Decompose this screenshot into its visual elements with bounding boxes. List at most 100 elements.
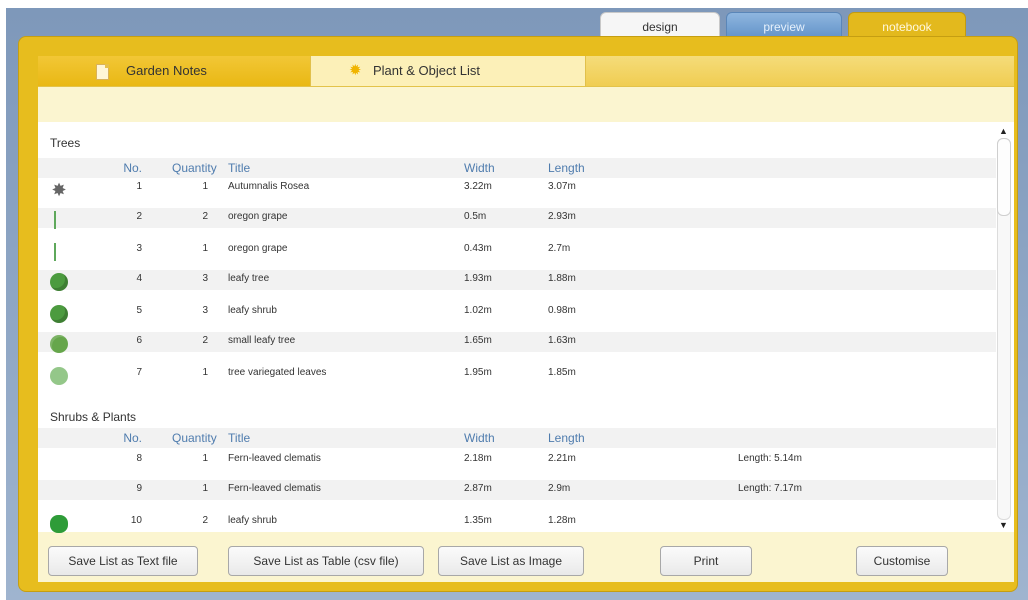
row-title: leafy shrub [228, 305, 277, 316]
row-width: 2.87m [464, 483, 492, 494]
row-width: 0.5m [464, 211, 487, 222]
row-length: 0.98m [548, 305, 576, 316]
row-width: 1.02m [464, 305, 492, 316]
variegated-tree-icon [50, 367, 68, 385]
row-title: Fern-leaved clematis [228, 483, 321, 494]
row-title: Fern-leaved clematis [228, 453, 321, 464]
row-width: 2.18m [464, 453, 492, 464]
row-width: 1.65m [464, 335, 492, 346]
row-no: 5 [136, 305, 142, 316]
row-length: 2.9m [548, 483, 571, 494]
row-note: Length: 5.14m [738, 453, 802, 464]
row-length: 2.7m [548, 243, 571, 254]
row-no: 1 [136, 181, 142, 192]
table-header-trees: No. Quantity Title Width Length [38, 158, 996, 178]
row-title: leafy shrub [228, 515, 277, 526]
row-title: oregon grape [228, 211, 288, 222]
table-row: 5 3 leafy shrub 1.02m 0.98m [38, 302, 996, 323]
row-quantity: 1 [202, 243, 208, 254]
row-no: 6 [136, 335, 142, 346]
row-width: 1.95m [464, 367, 492, 378]
row-no: 10 [130, 515, 142, 526]
scroll-down-icon[interactable]: ▼ [999, 520, 1008, 530]
row-length: 3.07m [548, 181, 576, 192]
vertical-scrollbar[interactable]: ▲ ▼ [996, 126, 1012, 530]
stem-icon [54, 211, 56, 229]
row-length: 2.93m [548, 211, 576, 222]
subtab-plant-object-list[interactable]: ✹ Plant & Object List [310, 56, 586, 86]
row-width: 3.22m [464, 181, 492, 192]
row-quantity: 1 [202, 181, 208, 192]
table-row: ✸ 1 1 Autumnalis Rosea 3.22m 3.07m [38, 178, 996, 200]
table-row: 7 1 tree variegated leaves 1.95m 1.85m [38, 364, 996, 385]
row-quantity: 2 [202, 211, 208, 222]
save-list-as-text-button[interactable]: Save List as Text file [48, 546, 198, 576]
rose-icon: ✸ [51, 180, 67, 200]
row-quantity: 1 [202, 367, 208, 378]
row-title: oregon grape [228, 243, 288, 254]
table-row: 6 2 small leafy tree 1.65m 1.63m [38, 332, 996, 353]
stem-icon [54, 243, 56, 261]
table-row: 9 1 Fern-leaved clematis 2.87m 2.9m Leng… [38, 480, 996, 500]
row-no: 4 [136, 273, 142, 284]
row-quantity: 3 [202, 305, 208, 316]
row-no: 9 [136, 483, 142, 494]
row-no: 7 [136, 367, 142, 378]
row-quantity: 1 [202, 483, 208, 494]
section-title-trees: Trees [50, 136, 81, 150]
header-no: No. [123, 431, 142, 445]
row-title: leafy tree [228, 273, 270, 284]
row-quantity: 2 [202, 515, 208, 526]
header-title: Title [228, 431, 251, 445]
row-quantity: 1 [202, 453, 208, 464]
row-length: 2.21m [548, 453, 576, 464]
header-quantity: Quantity [172, 161, 217, 175]
row-quantity: 2 [202, 335, 208, 346]
row-title: tree variegated leaves [228, 367, 327, 378]
table-row: 3 1 oregon grape 0.43m 2.7m [38, 240, 996, 261]
subtab-garden-notes-label: Garden Notes [126, 63, 207, 78]
header-width: Width [464, 161, 495, 175]
row-quantity: 3 [202, 273, 208, 284]
save-list-as-image-button[interactable]: Save List as Image [438, 546, 584, 576]
table-row: 10 2 leafy shrub 1.35m 1.28m [38, 512, 996, 533]
header-length: Length [548, 161, 585, 175]
customise-button[interactable]: Customise [856, 546, 948, 576]
header-length: Length [548, 431, 585, 445]
row-width: 1.35m [464, 515, 492, 526]
row-width: 1.93m [464, 273, 492, 284]
row-title: small leafy tree [228, 335, 296, 346]
scroll-up-icon[interactable]: ▲ [999, 126, 1008, 136]
header-no: No. [123, 161, 142, 175]
row-length: 1.85m [548, 367, 576, 378]
section-title-shrubs-plants: Shrubs & Plants [50, 410, 137, 424]
row-no: 8 [136, 453, 142, 464]
header-title: Title [228, 161, 251, 175]
sun-icon: ✹ [349, 62, 362, 79]
note-icon [96, 64, 109, 80]
leafy-shrub-icon [50, 305, 68, 323]
table-header-shrubs-plants: No. Quantity Title Width Length [38, 428, 996, 448]
subtab-plant-object-list-label: Plant & Object List [373, 63, 480, 78]
scroll-thumb[interactable] [997, 138, 1011, 216]
row-length: 1.28m [548, 515, 576, 526]
row-length: 1.88m [548, 273, 576, 284]
row-width: 0.43m [464, 243, 492, 254]
table-row: 4 3 leafy tree 1.93m 1.88m [38, 270, 996, 291]
row-title: Autumnalis Rosea [228, 181, 310, 192]
subtab-garden-notes[interactable]: Garden Notes [38, 56, 310, 86]
row-length: 1.63m [548, 335, 576, 346]
row-no: 2 [136, 211, 142, 222]
table-row: 2 2 oregon grape 0.5m 2.93m [38, 208, 996, 229]
shrub-icon [50, 515, 68, 533]
header-width: Width [464, 431, 495, 445]
leafy-tree-icon [50, 273, 68, 291]
header-quantity: Quantity [172, 431, 217, 445]
table-row: 8 1 Fern-leaved clematis 2.18m 2.21m Len… [38, 450, 996, 470]
row-no: 3 [136, 243, 142, 254]
row-note: Length: 7.17m [738, 483, 802, 494]
notebook-subtabs: Garden Notes ✹ Plant & Object List [38, 56, 1014, 87]
save-list-as-csv-button[interactable]: Save List as Table (csv file) [228, 546, 424, 576]
small-leafy-tree-icon [50, 335, 68, 353]
print-button[interactable]: Print [660, 546, 752, 576]
